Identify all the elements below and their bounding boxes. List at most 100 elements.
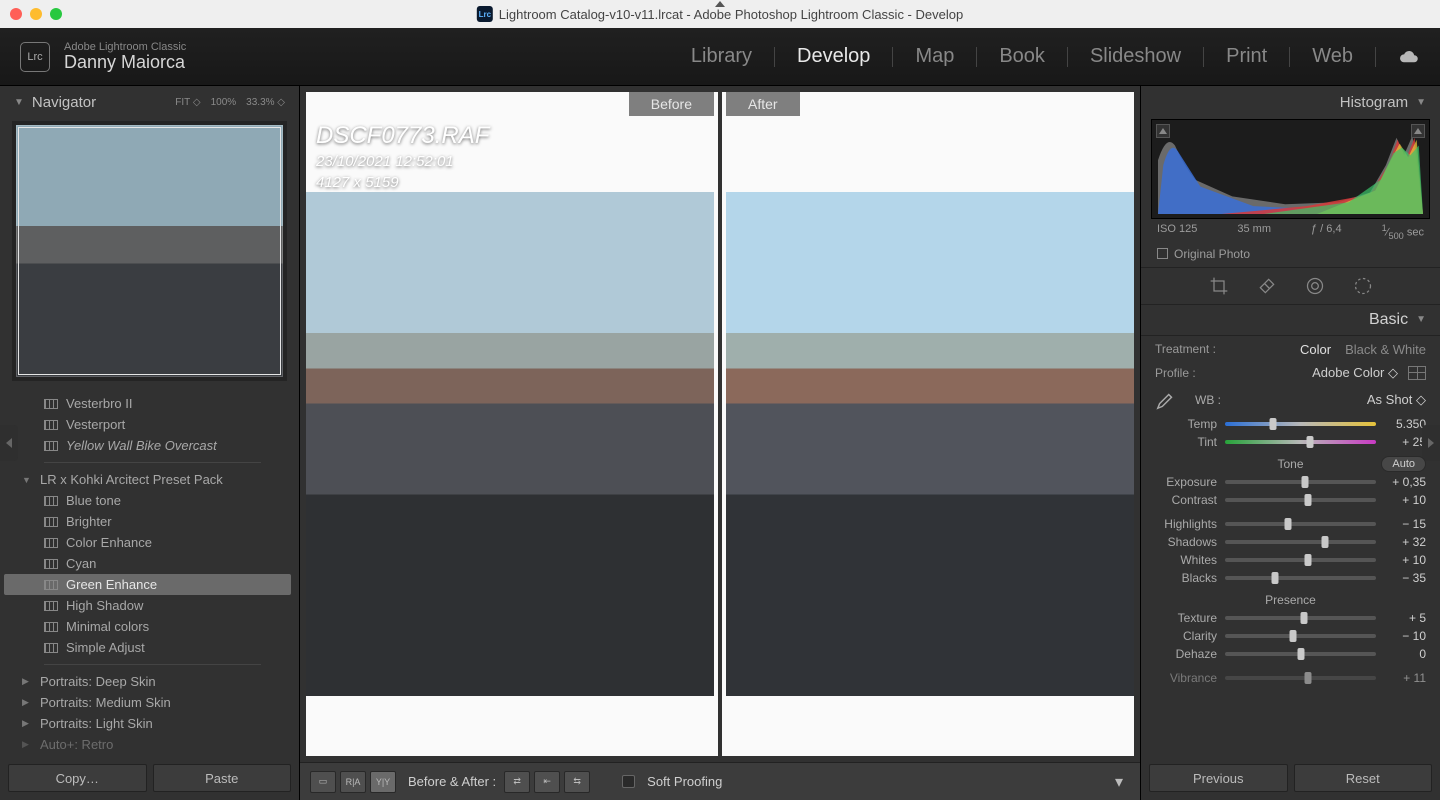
preset-folder[interactable]: ▶Portraits: Deep Skin	[4, 671, 291, 692]
profile-browser-icon[interactable]	[1408, 366, 1426, 380]
highlight-clipping-icon[interactable]	[1411, 124, 1425, 138]
dehaze-slider[interactable]	[1225, 652, 1376, 656]
whites-value[interactable]: + 10	[1384, 553, 1426, 567]
whites-slider[interactable]	[1225, 558, 1376, 562]
treatment-label: Treatment :	[1155, 342, 1216, 356]
histogram-display[interactable]	[1151, 119, 1430, 219]
whites-label: Whites	[1155, 553, 1217, 567]
shadow-clipping-icon[interactable]	[1156, 124, 1170, 138]
histogram-header[interactable]: Histogram ▼	[1141, 86, 1440, 117]
top-panel-toggle[interactable]	[702, 0, 738, 9]
masking-tool-icon[interactable]	[1353, 276, 1373, 296]
previous-button[interactable]: Previous	[1149, 764, 1288, 792]
after-view[interactable]: After	[726, 92, 1134, 756]
image-filename: DSCF0773.RAF	[316, 120, 489, 152]
preset-item[interactable]: Brighter	[4, 511, 291, 532]
before-after-view-button[interactable]: Y|Y	[370, 771, 396, 793]
preset-item[interactable]: Minimal colors	[4, 616, 291, 637]
module-develop[interactable]: Develop	[797, 45, 870, 68]
original-photo-toggle[interactable]: Original Photo	[1141, 245, 1440, 267]
highlights-value[interactable]: − 15	[1384, 517, 1426, 531]
blacks-value[interactable]: − 35	[1384, 571, 1426, 585]
tint-value[interactable]: + 25	[1384, 435, 1426, 449]
auto-tone-button[interactable]: Auto	[1381, 456, 1426, 472]
preset-icon	[44, 559, 58, 569]
clarity-label: Clarity	[1155, 629, 1217, 643]
contrast-value[interactable]: + 10	[1384, 493, 1426, 507]
before-view[interactable]: Before DSCF0773.RAF 23/10/2021 12:52:01 …	[306, 92, 714, 756]
navigator-thumbnail[interactable]	[12, 121, 287, 381]
texture-slider[interactable]	[1225, 616, 1376, 620]
contrast-slider[interactable]	[1225, 498, 1376, 502]
shadows-slider[interactable]	[1225, 540, 1376, 544]
redeye-tool-icon[interactable]	[1305, 276, 1325, 296]
preset-folder[interactable]: ▶Auto+: Retro	[4, 734, 291, 755]
nav-zoom-fit[interactable]: FIT ◇	[175, 97, 200, 108]
exposure-slider[interactable]	[1225, 480, 1376, 484]
user-identity[interactable]: Danny Maiorca	[64, 53, 186, 73]
zoom-window-icon[interactable]	[50, 8, 62, 20]
vibrance-value[interactable]: + 11	[1384, 671, 1426, 685]
copy-settings-button[interactable]: Copy…	[8, 764, 147, 792]
crop-tool-icon[interactable]	[1209, 276, 1229, 296]
loupe-view-button[interactable]: ▭	[310, 771, 336, 793]
preset-item[interactable]: Blue tone	[4, 490, 291, 511]
tint-slider[interactable]	[1225, 440, 1376, 444]
treatment-bw[interactable]: Black & White	[1345, 342, 1426, 357]
preset-item[interactable]: High Shadow	[4, 595, 291, 616]
right-panel-toggle[interactable]	[1422, 425, 1440, 461]
chevron-down-icon: ▼	[14, 97, 24, 108]
preset-folder[interactable]: ▶Portraits: Light Skin	[4, 713, 291, 734]
highlights-slider[interactable]	[1225, 522, 1376, 526]
preset-item[interactable]: Color Enhance	[4, 532, 291, 553]
presets-panel: Vesterbro II Vesterport Yellow Wall Bike…	[0, 389, 299, 756]
nav-zoom-100[interactable]: 100%	[211, 97, 237, 108]
exposure-value[interactable]: + 0,35	[1384, 475, 1426, 489]
navigator-header[interactable]: ▼ Navigator FIT ◇ 100% 33.3% ◇	[0, 86, 299, 117]
temp-slider[interactable]	[1225, 422, 1376, 426]
left-panel-toggle[interactable]	[0, 425, 18, 461]
shadows-value[interactable]: + 32	[1384, 535, 1426, 549]
clarity-value[interactable]: − 10	[1384, 629, 1426, 643]
temp-value[interactable]: 5.350	[1384, 417, 1426, 431]
clarity-slider[interactable]	[1225, 634, 1376, 638]
minimize-window-icon[interactable]	[30, 8, 42, 20]
preset-item[interactable]: Vesterbro II	[4, 393, 291, 414]
module-web[interactable]: Web	[1312, 45, 1353, 68]
preset-item[interactable]: Simple Adjust	[4, 637, 291, 658]
exposure-label: Exposure	[1155, 475, 1217, 489]
preset-item-selected[interactable]: Green Enhance	[4, 574, 291, 595]
nav-zoom-pct[interactable]: 33.3% ◇	[246, 97, 285, 108]
close-window-icon[interactable]	[10, 8, 22, 20]
preset-item[interactable]: Vesterport	[4, 414, 291, 435]
module-book[interactable]: Book	[999, 45, 1045, 68]
preset-folder[interactable]: ▶Portraits: Medium Skin	[4, 692, 291, 713]
vibrance-slider[interactable]	[1225, 676, 1376, 680]
soft-proofing-label: Soft Proofing	[647, 774, 722, 789]
ba-copy-button[interactable]: ⇤	[534, 771, 560, 793]
preset-folder[interactable]: ▼LR x Kohki Arcitect Preset Pack	[4, 469, 291, 490]
profile-dropdown[interactable]: Adobe Color ◇	[1312, 365, 1398, 381]
module-slideshow[interactable]: Slideshow	[1090, 45, 1181, 68]
wb-dropdown[interactable]: As Shot ◇	[1367, 392, 1426, 408]
texture-value[interactable]: + 5	[1384, 611, 1426, 625]
basic-panel-header[interactable]: Basic ▼	[1141, 305, 1440, 336]
paste-settings-button[interactable]: Paste	[153, 764, 292, 792]
blacks-slider[interactable]	[1225, 576, 1376, 580]
cloud-sync-icon[interactable]	[1398, 50, 1420, 64]
module-map[interactable]: Map	[915, 45, 954, 68]
healing-tool-icon[interactable]	[1257, 276, 1277, 296]
ba-copy-both-button[interactable]: ⇆	[564, 771, 590, 793]
toolbar-menu-button[interactable]: ▾	[1108, 771, 1130, 793]
treatment-color[interactable]: Color	[1300, 342, 1331, 357]
ba-swap-button[interactable]: ⇄	[504, 771, 530, 793]
reset-button[interactable]: Reset	[1294, 764, 1433, 792]
dehaze-value[interactable]: 0	[1384, 647, 1426, 661]
module-print[interactable]: Print	[1226, 45, 1267, 68]
preset-item[interactable]: Cyan	[4, 553, 291, 574]
preset-item[interactable]: Yellow Wall Bike Overcast	[4, 435, 291, 456]
wb-eyedropper-icon[interactable]	[1155, 389, 1177, 411]
soft-proofing-checkbox[interactable]	[622, 775, 635, 788]
reference-view-button[interactable]: R|A	[340, 771, 366, 793]
module-library[interactable]: Library	[691, 45, 752, 68]
